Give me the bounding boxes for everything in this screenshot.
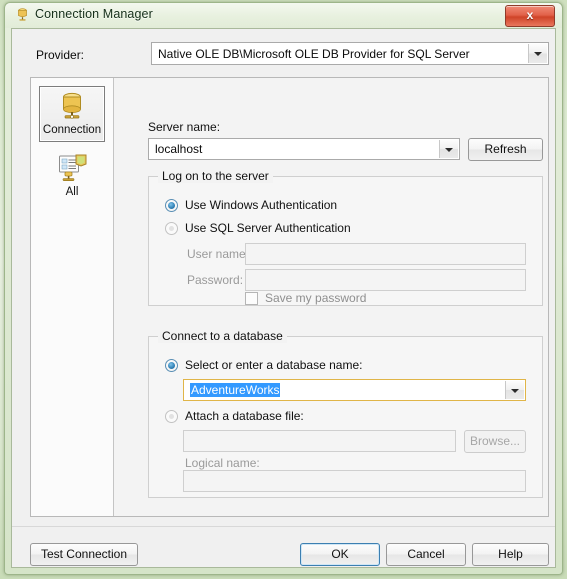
footer-divider xyxy=(12,526,555,527)
connection-manager-window: Connection Manager x Provider: Native OL… xyxy=(4,2,563,575)
select-database-label: Select or enter a database name: xyxy=(185,358,363,372)
properties-list-icon xyxy=(59,154,87,182)
username-field[interactable] xyxy=(245,243,526,265)
database-group: Connect to a database Select or enter a … xyxy=(148,329,543,498)
connection-settings-pane: Server name: localhost Refresh Log on to… xyxy=(114,78,548,516)
save-password-checkbox[interactable] xyxy=(245,292,258,305)
test-connection-button[interactable]: Test Connection xyxy=(30,543,138,566)
database-cylinder-icon xyxy=(63,92,81,119)
main-panel: Connection All Server name: localhost Re… xyxy=(30,77,549,517)
provider-combobox[interactable]: Native OLE DB\Microsoft OLE DB Provider … xyxy=(151,42,549,65)
refresh-button[interactable]: Refresh xyxy=(468,138,543,161)
chevron-down-icon[interactable] xyxy=(439,140,458,158)
radio-sql-auth[interactable] xyxy=(165,222,178,235)
help-button[interactable]: Help xyxy=(472,543,549,566)
provider-value: Native OLE DB\Microsoft OLE DB Provider … xyxy=(158,47,470,61)
logon-group-title: Log on to the server xyxy=(158,169,273,183)
window-title: Connection Manager xyxy=(35,7,153,21)
browse-button[interactable]: Browse... xyxy=(464,430,526,453)
logon-group: Log on to the server Use Windows Authent… xyxy=(148,169,543,306)
sidebar-item-all-label: All xyxy=(65,186,79,198)
logical-name-label: Logical name: xyxy=(185,456,260,470)
ok-button[interactable]: OK xyxy=(300,543,380,566)
sidebar-item-connection[interactable]: Connection xyxy=(39,86,105,142)
close-icon: x xyxy=(526,8,534,22)
chevron-down-icon[interactable] xyxy=(528,44,547,63)
attach-database-label: Attach a database file: xyxy=(185,409,304,423)
server-name-combobox[interactable]: localhost xyxy=(148,138,460,160)
sql-auth-label: Use SQL Server Authentication xyxy=(185,221,351,235)
logical-name-field[interactable] xyxy=(183,470,526,492)
title-bar[interactable]: Connection Manager x xyxy=(5,3,562,28)
sidebar-item-connection-label: Connection xyxy=(42,124,102,136)
password-label: Password: xyxy=(187,273,244,287)
provider-label: Provider: xyxy=(36,48,85,62)
radio-attach-database-file[interactable] xyxy=(165,410,178,423)
dialog-client-area: Provider: Native OLE DB\Microsoft OLE DB… xyxy=(11,28,556,568)
save-password-label: Save my password xyxy=(265,291,367,305)
close-button[interactable]: x xyxy=(505,5,555,27)
username-label: User name: xyxy=(187,247,250,261)
sidebar-item-all[interactable]: All xyxy=(39,148,105,204)
database-group-title: Connect to a database xyxy=(158,329,287,343)
cancel-button[interactable]: Cancel xyxy=(386,543,466,566)
database-name-value: AdventureWorks xyxy=(190,383,281,397)
chevron-down-icon[interactable] xyxy=(505,381,524,399)
radio-select-database[interactable] xyxy=(165,359,178,372)
radio-windows-auth[interactable] xyxy=(165,199,178,212)
server-name-label: Server name: xyxy=(148,120,221,134)
database-file-field[interactable] xyxy=(183,430,456,452)
windows-auth-label: Use Windows Authentication xyxy=(185,198,338,212)
sidebar: Connection All xyxy=(31,78,114,516)
server-name-value: localhost xyxy=(155,142,203,156)
password-field[interactable] xyxy=(245,269,526,291)
database-name-combobox[interactable]: AdventureWorks xyxy=(183,379,526,401)
database-cylinder-icon xyxy=(18,8,27,21)
